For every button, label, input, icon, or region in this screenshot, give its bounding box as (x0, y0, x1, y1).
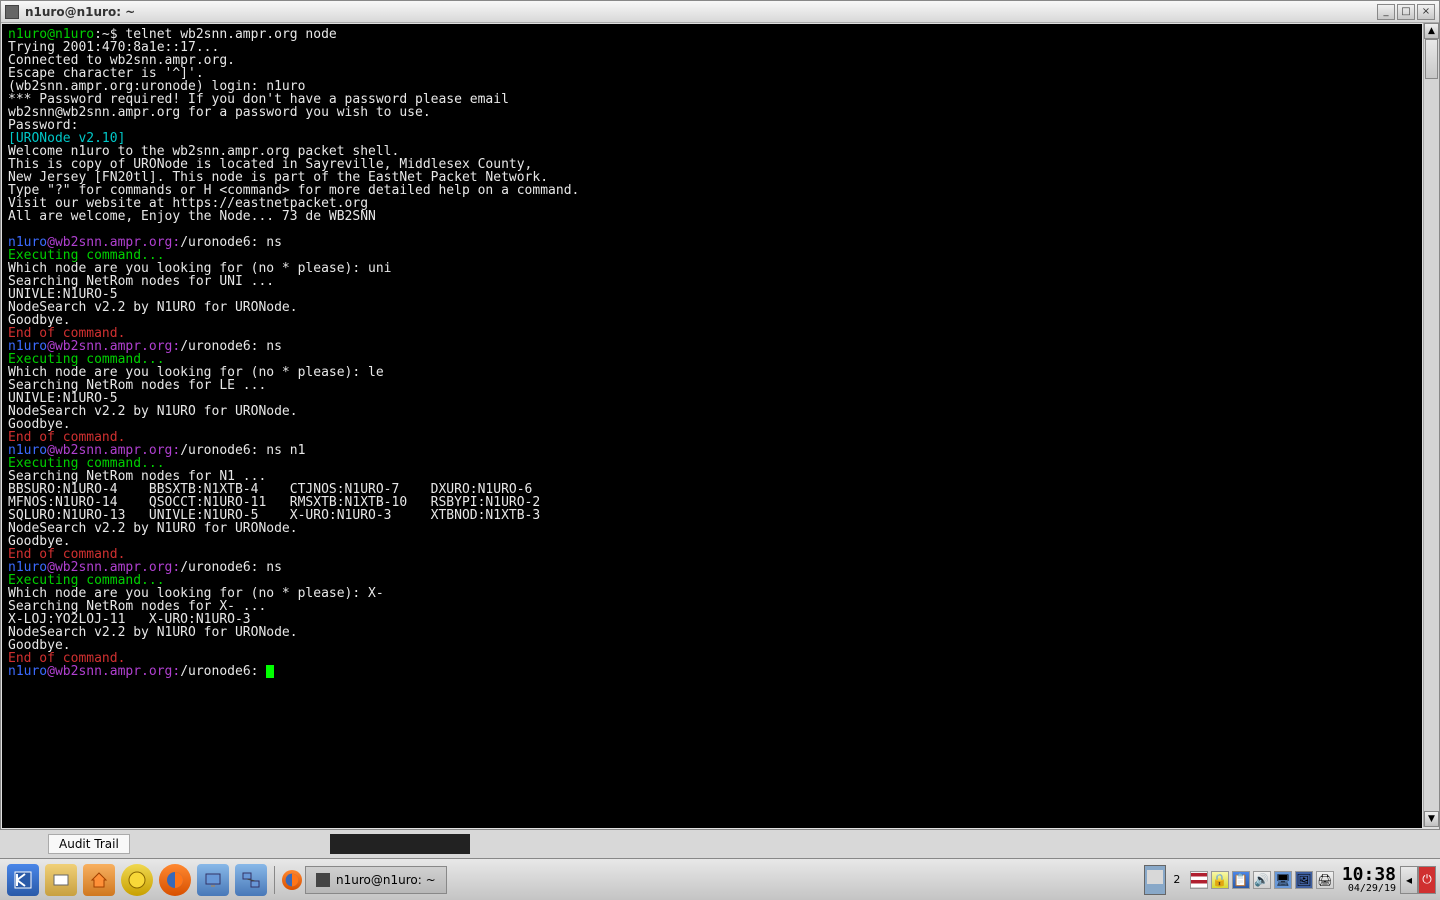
firefox-icon (165, 870, 185, 890)
background-thumbnail (330, 834, 470, 854)
node-prompt-path: /uronode6: (180, 560, 266, 575)
node-prompt-user: n1uro (8, 664, 47, 679)
audit-trail-tab[interactable]: Audit Trail (48, 834, 130, 854)
node-command: ns (266, 339, 282, 354)
window-controls: _ □ × (1377, 4, 1435, 20)
terminal-icon (5, 5, 19, 19)
maximize-button[interactable]: □ (1397, 4, 1415, 20)
monitor-icon (203, 870, 223, 890)
clock-date: 04/29/19 (1342, 884, 1396, 894)
cursor (266, 665, 274, 678)
node-command: ns (266, 560, 282, 575)
node-prompt-path: /uronode6: (180, 339, 266, 354)
node-prompt-path: /uronode6: (180, 664, 266, 679)
tray-logout-button[interactable]: ⏻ (1418, 866, 1436, 894)
pager-workspace[interactable] (1144, 865, 1166, 895)
network-launcher-button[interactable] (235, 864, 267, 896)
taskbar-separator (274, 866, 275, 894)
tray-lock-icon[interactable]: 🔒 (1211, 871, 1229, 889)
tray-audio-icon[interactable]: 🔊 (1253, 871, 1271, 889)
home-button[interactable] (83, 864, 115, 896)
terminal-window: n1uro@n1uro: ~ _ □ × n1uro@n1uro:~$ teln… (0, 0, 1440, 830)
background-tabs: Audit Trail (0, 830, 1440, 858)
globe-icon (127, 870, 147, 890)
network-icon (241, 870, 261, 890)
node-command: ns n1 (266, 443, 305, 458)
clock-time: 10:38 (1342, 866, 1396, 884)
tray-expand-button[interactable]: ◂ (1400, 866, 1418, 894)
start-menu-button[interactable] (7, 864, 39, 896)
node-prompt-path: /uronode6: (180, 235, 266, 250)
system-tray: 🔒 📋 🔊 🖥 🖼 🖨 (1186, 871, 1338, 889)
window-title: n1uro@n1uro: ~ (25, 5, 1377, 19)
terminal-task-icon (316, 873, 330, 887)
node-prompt-path: /uronode6: (180, 443, 266, 458)
tray-wallpaper-icon[interactable]: 🖼 (1295, 871, 1313, 889)
desktop-icon (51, 870, 71, 890)
titlebar[interactable]: n1uro@n1uro: ~ _ □ × (1, 1, 1439, 23)
browser-button[interactable] (121, 864, 153, 896)
firefox-button[interactable] (159, 864, 191, 896)
node-command: ns (266, 235, 282, 250)
task-label: n1uro@n1uro: ~ (336, 873, 436, 887)
pager-number: 2 (1168, 873, 1186, 886)
home-icon (89, 870, 109, 890)
scroll-thumb[interactable] (1425, 39, 1438, 79)
scroll-up-button[interactable]: ▲ (1424, 23, 1439, 39)
firefox-icon (284, 872, 300, 888)
tde-logo-icon (13, 870, 33, 890)
scrollbar[interactable]: ▲ ▼ (1423, 23, 1439, 827)
taskbar-task-terminal[interactable]: n1uro@n1uro: ~ (305, 866, 447, 894)
node-prompt-host: @wb2snn.ampr.org: (47, 664, 180, 679)
workspace-preview-icon (1146, 869, 1164, 893)
taskbar: n1uro@n1uro: ~ 2 🔒 📋 🔊 🖥 🖼 🖨 10:38 04/29… (0, 858, 1440, 900)
tray-printer-icon[interactable]: 🖨 (1316, 871, 1334, 889)
tray-display-icon[interactable]: 🖥 (1274, 871, 1292, 889)
flag-us-icon (1191, 873, 1207, 887)
close-button[interactable]: × (1417, 4, 1435, 20)
tray-clipboard-icon[interactable]: 📋 (1232, 871, 1250, 889)
firefox-running-icon[interactable] (282, 870, 302, 890)
clock[interactable]: 10:38 04/29/19 (1338, 866, 1400, 894)
output-line: All are welcome, Enjoy the Node... 73 de… (8, 209, 376, 224)
display-settings-button[interactable] (197, 864, 229, 896)
minimize-button[interactable]: _ (1377, 4, 1395, 20)
tray-keyboard-layout[interactable] (1190, 871, 1208, 889)
terminal-content[interactable]: n1uro@n1uro:~$ telnet wb2snn.ampr.org no… (2, 24, 1422, 828)
scroll-down-button[interactable]: ▼ (1424, 811, 1439, 827)
show-desktop-button[interactable] (45, 864, 77, 896)
